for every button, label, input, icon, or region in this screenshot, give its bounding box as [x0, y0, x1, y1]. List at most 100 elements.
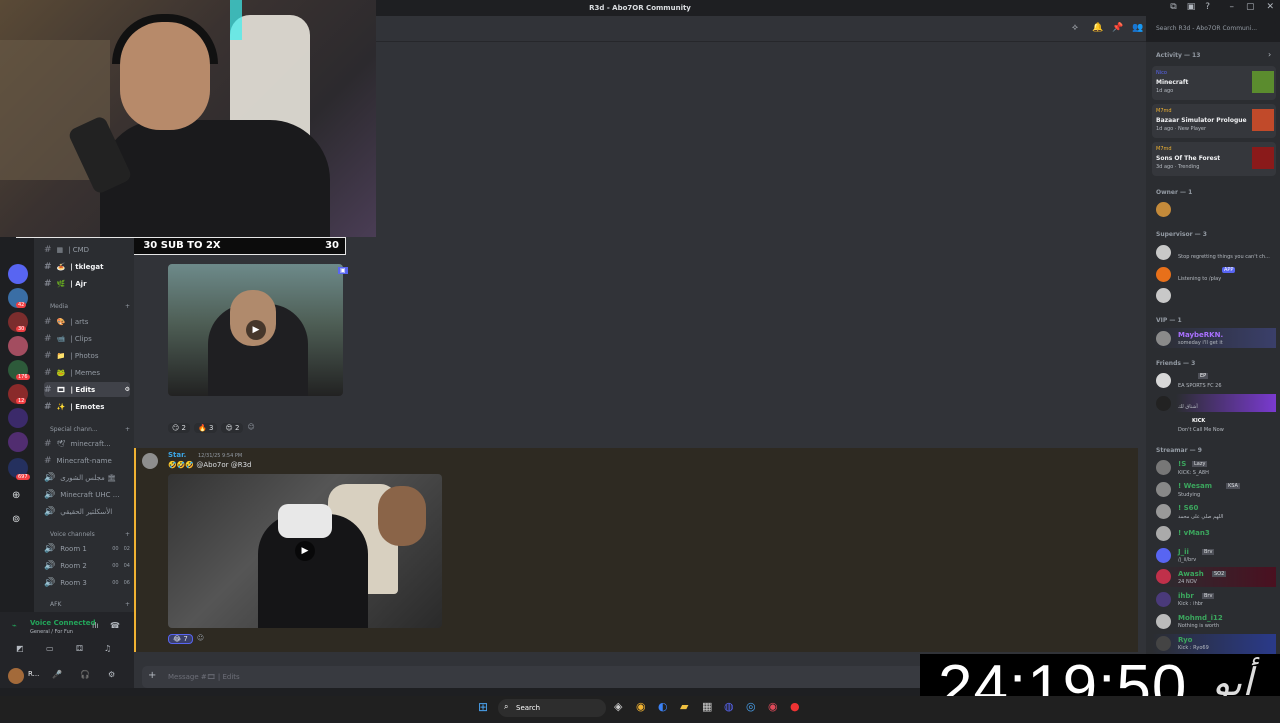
store-icon[interactable]: ▦ [702, 700, 712, 713]
voice-channel-minecraft-uhc[interactable]: 🔊 Minecraft UHC ... [44, 487, 130, 502]
avatar[interactable] [1156, 482, 1171, 497]
chrome-icon[interactable]: ◉ [636, 700, 646, 713]
noise-icon[interactable]: ılı [92, 621, 99, 630]
widgets-icon[interactable]: ◈ [614, 700, 622, 713]
minimize-button[interactable]: – [1229, 2, 1234, 12]
bell-icon[interactable]: 🔔 [1092, 23, 1103, 33]
play-icon[interactable]: ▶ [295, 541, 315, 561]
microphone-icon[interactable]: 🎤 [52, 670, 62, 679]
disconnect-icon[interactable]: ☎ [110, 621, 120, 630]
voice-room-3[interactable]: 🔊 Room 3 00 06 [44, 575, 130, 590]
steam-icon[interactable]: ◎ [746, 700, 756, 713]
server-icon[interactable] [8, 408, 28, 428]
members-icon[interactable]: 👥 [1132, 23, 1143, 33]
add-server-icon[interactable]: ⊕ [12, 490, 20, 501]
channel-tklegat[interactable]: # 🍝 | tklegat [44, 259, 130, 274]
inbox-icon[interactable]: ⧉ [1170, 2, 1176, 12]
obs-icon[interactable]: ◉ [768, 700, 778, 713]
channel-ajr[interactable]: # 🌿 | Ajr [44, 276, 130, 291]
activity-header: Activity — 13 [1156, 52, 1201, 59]
voice-status: Voice Connected [30, 619, 96, 627]
channel-emotes[interactable]: # ✨ | Emotes [44, 399, 130, 414]
app-badge: APP [1222, 267, 1236, 273]
category-afk[interactable]: AFK + [50, 601, 130, 608]
avatar[interactable] [1156, 288, 1171, 303]
avatar[interactable] [1156, 460, 1171, 475]
category-voice[interactable]: Voice channels + [50, 531, 130, 538]
channel-photos[interactable]: # 📁 | Photos [44, 348, 130, 363]
windows-start-icon[interactable]: ⊞ [478, 700, 488, 714]
reaction-chip[interactable]: 🔥 3 [194, 423, 218, 433]
avatar[interactable] [1156, 569, 1171, 584]
edge-icon[interactable]: ◐ [658, 700, 668, 713]
server-icon[interactable] [8, 336, 28, 356]
video-attachment[interactable]: ▶ [168, 474, 442, 628]
channel-minecraft[interactable]: # 🕊 minecraft... [44, 436, 130, 451]
headphones-icon[interactable]: 🎧 [80, 670, 90, 679]
game-thumbnail [1252, 71, 1274, 93]
avatar[interactable] [1156, 636, 1171, 651]
discover-icon[interactable]: ⊚ [12, 514, 20, 525]
search-input[interactable]: Search R3d - Abo7OR Communi... [1152, 21, 1276, 36]
pin-icon[interactable]: 📌 [1112, 23, 1123, 33]
add-reaction-icon[interactable]: ☺ [247, 423, 254, 433]
activity-card[interactable]: M7md Sons Of The Forest 3d ago · Trendin… [1152, 142, 1276, 176]
voice-room-2[interactable]: 🔊 Room 2 00 04 [44, 558, 130, 573]
category-special[interactable]: Special chann... + [50, 426, 130, 433]
avatar[interactable] [1156, 548, 1171, 563]
attach-icon[interactable]: + [148, 670, 156, 681]
taskbar-search[interactable]: ⌕ Search [498, 699, 606, 717]
reaction-chip[interactable]: 😏 2 [168, 423, 191, 433]
avatar[interactable] [1156, 396, 1171, 411]
voice-channel-skeleton[interactable]: 🔊 الأسكلتير الحقيقي [44, 504, 130, 519]
maximize-button[interactable]: ▢ [1246, 2, 1255, 12]
avatar[interactable] [1156, 592, 1171, 607]
signal-icon: ⌁ [12, 621, 17, 630]
play-icon[interactable]: ▶ [246, 320, 266, 340]
activities-icon[interactable]: ⚃ [76, 644, 83, 653]
avatar[interactable] [1156, 504, 1171, 519]
channel-memes[interactable]: # 🐸 | Memes [44, 365, 130, 380]
screen-icon[interactable]: ▣ [1187, 2, 1196, 12]
channel-arts[interactable]: # 🎨 | arts [44, 314, 130, 329]
activity-card[interactable]: M7md Bazaar Simulator Prologue 1d ago · … [1152, 104, 1276, 138]
voice-channel-shura[interactable]: 🔊 مجلس الشورى 🏛 [44, 470, 130, 485]
voice-room-1[interactable]: 🔊 Room 1 00 02 [44, 541, 130, 556]
avatar[interactable] [1156, 373, 1171, 388]
avatar[interactable] [1156, 267, 1171, 282]
folder-icon[interactable]: ▰ [680, 700, 688, 713]
friends-header: Friends — 3 [1156, 360, 1196, 367]
avatar[interactable] [1156, 202, 1171, 217]
video-attachment[interactable]: ▶ [168, 264, 343, 396]
screen-share-icon[interactable]: ▭ [46, 644, 54, 653]
channel-edits[interactable]: # 🎞 | Edits ⚙ [44, 382, 130, 397]
help-icon[interactable]: ? [1205, 2, 1210, 12]
avatar[interactable] [1156, 614, 1171, 629]
discord-icon[interactable]: ◍ [724, 700, 734, 713]
threads-icon[interactable]: ⟡ [1072, 23, 1078, 33]
reaction-chip[interactable]: 😂 7 [168, 634, 193, 644]
close-button[interactable]: ✕ [1266, 2, 1274, 12]
chevron-right-icon[interactable]: › [1268, 50, 1271, 59]
server-icon[interactable] [8, 432, 28, 452]
record-icon[interactable]: ● [790, 700, 800, 713]
avatar[interactable] [1156, 526, 1171, 541]
soundboard-icon[interactable]: ♫ [104, 644, 111, 653]
avatar[interactable] [142, 453, 158, 469]
channel-clips[interactable]: # 📹 | Clips [44, 331, 130, 346]
settings-icon[interactable]: ⚙ [108, 670, 115, 679]
channel-cmd[interactable]: # ▦ | CMD [44, 242, 130, 257]
avatar[interactable] [1156, 245, 1171, 260]
reaction-chip[interactable]: 😍 2 [221, 423, 244, 433]
add-reaction-icon[interactable]: ☺ [197, 634, 204, 644]
channel-minecraft-name[interactable]: # Minecraft-name [44, 453, 130, 468]
owner-header: Owner — 1 [1156, 189, 1193, 196]
camera-icon[interactable]: ◩ [16, 644, 24, 653]
avatar[interactable] [1156, 331, 1171, 346]
activity-card[interactable]: Nico Minecraft 1d ago [1152, 66, 1276, 100]
message-input[interactable]: + Message #🎞 | Edits [142, 666, 942, 688]
category-media[interactable]: Media + [50, 303, 130, 310]
message-author[interactable]: Star. [168, 451, 186, 459]
avatar[interactable] [8, 668, 24, 684]
server-icon[interactable] [8, 264, 28, 284]
